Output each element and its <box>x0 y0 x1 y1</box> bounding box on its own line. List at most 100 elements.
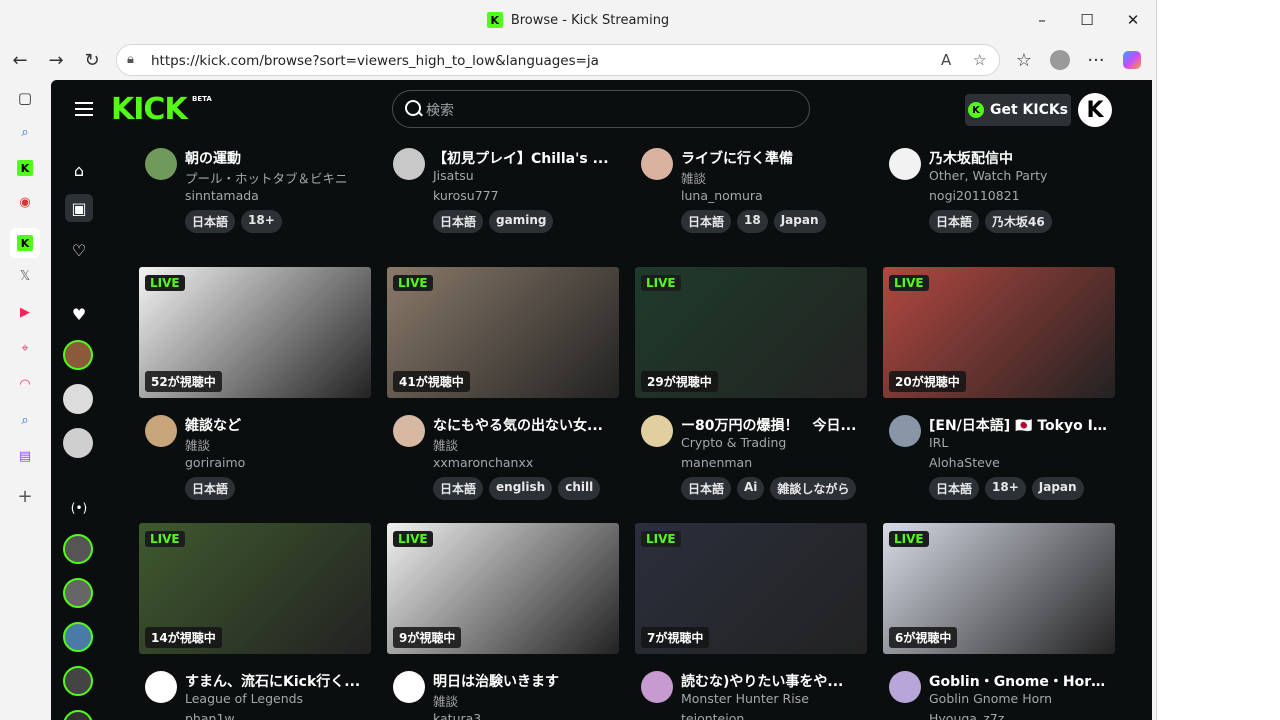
stream-title[interactable]: ー80万円の爆損！ 今日... <box>681 415 865 435</box>
kick-app-active-icon[interactable]: K <box>10 228 40 258</box>
live-channel-avatar[interactable] <box>63 578 93 608</box>
following-heart-icon[interactable]: ♡ <box>65 236 93 264</box>
stream-category[interactable]: プール・ホットタブ＆ビキニ <box>185 168 348 187</box>
stream-thumbnail[interactable]: LIVE 52が視聴中 <box>139 267 371 398</box>
channel-name[interactable]: teionteion <box>681 711 744 720</box>
stream-tag[interactable]: 日本語 <box>929 477 980 500</box>
minimize-button[interactable]: – <box>1019 0 1065 40</box>
more-options-icon[interactable]: ··· <box>1084 48 1108 72</box>
stream-thumbnail[interactable]: LIVE 9が視聴中 <box>387 523 619 654</box>
stream-tag[interactable]: Ai <box>737 477 765 500</box>
stream-category[interactable]: 雑談 <box>433 691 458 710</box>
get-kicks-button[interactable]: K Get KICKs <box>965 94 1071 126</box>
channel-avatar[interactable] <box>889 671 921 703</box>
stream-tag[interactable]: 乃木坂46 <box>985 210 1052 233</box>
stream-thumbnail[interactable]: LIVE 6が視聴中 <box>883 523 1115 654</box>
forward-arrow-icon[interactable]: → <box>44 48 68 72</box>
stream-thumbnail[interactable]: LIVE 14が視聴中 <box>139 523 371 654</box>
stream-tag[interactable]: gaming <box>489 210 554 233</box>
stream-thumbnail[interactable]: LIVE 41が視聴中 <box>387 267 619 398</box>
stream-category[interactable]: Monster Hunter Rise <box>681 691 809 706</box>
channel-avatar[interactable] <box>393 415 425 447</box>
channel-avatar[interactable] <box>393 671 425 703</box>
channel-name[interactable]: manenman <box>681 455 752 470</box>
stream-title[interactable]: [EN/日本語] 🇯🇵 Tokyo IR... <box>929 415 1113 435</box>
address-bar[interactable]: 🔒︎ https://kick.com/browse?sort=viewers_… <box>116 44 1000 76</box>
live-broadcast-icon[interactable]: (•) <box>65 494 93 522</box>
channel-avatar[interactable] <box>145 148 177 180</box>
channel-name[interactable]: Hyouga_z7z <box>929 711 1004 720</box>
lock-icon[interactable]: 🔒︎ <box>127 52 134 67</box>
channel-name[interactable]: goriraimo <box>185 455 245 470</box>
search-input[interactable]: 検索 <box>392 90 810 128</box>
twitch-icon[interactable]: ▤ <box>15 446 35 466</box>
channel-name[interactable]: luna_nomura <box>681 188 763 203</box>
followed-channel-avatar[interactable] <box>63 384 93 414</box>
favorites-icon[interactable]: ☆ <box>1012 48 1036 72</box>
followed-channel-avatar[interactable] <box>63 340 93 370</box>
favorites-heart-icon[interactable]: ♥ <box>65 300 93 328</box>
stream-title[interactable]: すまん、流石にKick行く... <box>185 671 369 691</box>
live-channel-avatar[interactable] <box>63 666 93 696</box>
read-aloud-icon[interactable]: A <box>941 51 951 69</box>
tabs-icon[interactable]: ▢ <box>15 88 35 108</box>
refresh-icon[interactable]: ↻ <box>80 48 104 72</box>
stream-category[interactable]: 雑談 <box>185 435 210 454</box>
stream-thumbnail[interactable]: LIVE 29が視聴中 <box>635 267 867 398</box>
stream-category[interactable]: 雑談 <box>433 435 458 454</box>
channel-avatar[interactable] <box>641 148 673 180</box>
home-icon[interactable]: ⌂ <box>65 156 93 184</box>
stream-category[interactable]: IRL <box>929 435 948 450</box>
channel-avatar[interactable] <box>641 671 673 703</box>
channel-name[interactable]: kurosu777 <box>433 188 499 203</box>
channel-avatar[interactable] <box>889 148 921 180</box>
close-button[interactable]: ✕ <box>1110 0 1156 40</box>
followed-channel-avatar[interactable] <box>63 428 93 458</box>
copilot-icon[interactable] <box>1120 48 1144 72</box>
user-avatar[interactable]: K <box>1078 93 1112 127</box>
search-icon[interactable]: ⌕ <box>15 122 35 142</box>
map-pin-icon[interactable]: ⌖ <box>15 338 35 358</box>
back-arrow-icon[interactable]: ← <box>8 48 32 72</box>
stream-title[interactable]: 【初見プレイ】Chilla's ... <box>433 148 617 168</box>
channel-name[interactable]: phan1w <box>185 711 235 720</box>
stream-title[interactable]: Goblin・Gnome・Horn... <box>929 671 1113 691</box>
speed-icon[interactable]: ◠ <box>15 374 35 394</box>
stream-tag[interactable]: english <box>489 477 553 500</box>
channel-avatar[interactable] <box>641 415 673 447</box>
stream-tag[interactable]: 日本語 <box>681 477 732 500</box>
live-channel-avatar[interactable] <box>63 710 93 720</box>
url-text[interactable]: https://kick.com/browse?sort=viewers_hig… <box>151 53 599 69</box>
stream-title[interactable]: 乃木坂配信中 <box>929 148 1113 168</box>
stream-tag[interactable]: 日本語 <box>681 210 732 233</box>
channel-avatar[interactable] <box>145 671 177 703</box>
profile-icon[interactable] <box>1048 48 1072 72</box>
stream-tag[interactable]: 日本語 <box>433 477 484 500</box>
stream-tag[interactable]: 18+ <box>985 477 1026 500</box>
x-app-icon[interactable]: 𝕏 <box>15 266 35 286</box>
kick-logo[interactable]: KICK <box>111 92 188 127</box>
stream-category[interactable]: Goblin Gnome Horn <box>929 691 1052 706</box>
channel-avatar[interactable] <box>889 415 921 447</box>
kick-app-icon[interactable]: K <box>15 158 35 178</box>
channel-name[interactable]: sinntamada <box>185 188 259 203</box>
stream-title[interactable]: なにもやる気の出ない女... <box>433 415 617 435</box>
stream-title[interactable]: 明日は治験いきます <box>433 671 617 691</box>
add-icon[interactable]: + <box>15 486 35 507</box>
channel-name[interactable]: AlohaSteve <box>929 455 1000 470</box>
stream-title[interactable]: 朝の運動 <box>185 148 369 168</box>
search-small-icon[interactable]: ⌕ <box>15 410 35 430</box>
channel-avatar[interactable] <box>145 415 177 447</box>
channel-name[interactable]: katura3 <box>433 711 481 720</box>
favorite-star-icon[interactable]: ☆ <box>973 51 986 69</box>
stream-thumbnail[interactable]: LIVE 20が視聴中 <box>883 267 1115 398</box>
stream-tag[interactable]: 雑談しながら <box>770 477 857 500</box>
stream-tag[interactable]: chill <box>558 477 601 500</box>
stream-thumbnail[interactable]: LIVE 7が視聴中 <box>635 523 867 654</box>
stream-tag[interactable]: 18+ <box>241 210 282 233</box>
stream-tag[interactable]: 日本語 <box>185 477 236 500</box>
stream-category[interactable]: Jisatsu <box>433 168 474 183</box>
stream-title[interactable]: 読むな)やりたい事をや... <box>681 671 865 691</box>
channel-name[interactable]: nogi20110821 <box>929 188 1020 203</box>
live-channel-avatar[interactable] <box>63 622 93 652</box>
